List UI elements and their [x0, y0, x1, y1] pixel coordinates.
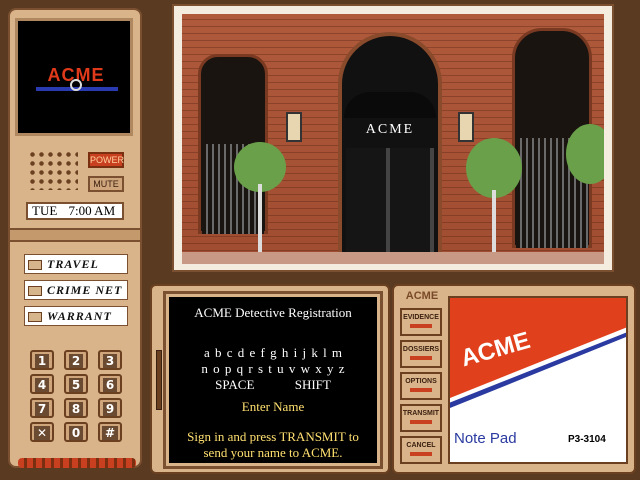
evidence-button[interactable]: EVIDENCE — [400, 308, 442, 336]
evidence-label: EVIDENCE — [403, 314, 439, 321]
key-8[interactable]: 8 — [64, 398, 88, 418]
warrant-led — [28, 312, 42, 323]
power-button[interactable]: POWER — [88, 152, 124, 168]
shift-key[interactable]: SHIFT — [295, 377, 331, 393]
clock-display: TUE 7:00 AM — [26, 202, 124, 220]
key-2-label: 2 — [68, 354, 84, 368]
alphabet-row-1[interactable]: a b c d e f g h i j k l m — [169, 345, 377, 361]
acme-sign: ACME — [365, 122, 415, 137]
hinge — [10, 228, 140, 242]
evidence-led — [410, 324, 432, 328]
dossiers-label: DOSSIERS — [402, 346, 440, 353]
key-1[interactable]: 1 — [30, 350, 54, 370]
key-4-label: 4 — [34, 378, 50, 392]
tree-left-trunk — [258, 184, 262, 254]
key-row: SPACE SHIFT — [169, 377, 377, 393]
enter-name-prompt[interactable]: Enter Name — [169, 399, 377, 415]
key-8-label: 8 — [68, 402, 84, 416]
key-7[interactable]: 7 — [30, 398, 54, 418]
wrist-device: ACME POWER MUTE TUE 7:00 AM TRAVEL CRIME… — [8, 8, 142, 468]
key-6[interactable]: 6 — [98, 374, 122, 394]
alphabet-row-2[interactable]: n o p q r s t u v w x y z — [169, 361, 377, 377]
menu-warrant-label: WARRANT — [47, 309, 112, 323]
dossiers-led — [410, 356, 432, 360]
scene-frame: ACME — [172, 4, 614, 272]
cancel-led — [410, 452, 432, 456]
key-clear[interactable]: ✕ — [30, 422, 54, 442]
key-5-label: 5 — [68, 378, 84, 392]
cancel-button[interactable]: CANCEL — [400, 436, 442, 464]
terminal-scroll-handle[interactable] — [156, 350, 162, 410]
key-3[interactable]: 3 — [98, 350, 122, 370]
menu-panel: TRAVEL CRIME NET WARRANT — [24, 254, 128, 332]
notepad-code: P3-3104 — [568, 434, 606, 445]
coil-cord — [18, 458, 136, 468]
key-4[interactable]: 4 — [30, 374, 54, 394]
key-hash[interactable]: # — [98, 422, 122, 442]
speaker-grille — [28, 150, 78, 190]
scene-view: ACME — [182, 14, 604, 264]
device-screen: ACME — [15, 18, 133, 136]
key-1-label: 1 — [34, 354, 50, 368]
key-9-label: 9 — [102, 402, 118, 416]
cancel-label: CANCEL — [406, 442, 436, 449]
notepad[interactable]: ACME Note Pad P3-3104 — [448, 296, 628, 464]
transmit-button[interactable]: TRANSMIT — [400, 404, 442, 432]
lamp-left — [286, 112, 302, 142]
travel-led — [28, 260, 42, 271]
lamp-right — [458, 112, 474, 142]
transmit-led — [410, 420, 432, 424]
awning — [344, 92, 436, 118]
control-frame: ACME EVIDENCE DOSSIERS OPTIONS TRANSMIT … — [392, 284, 636, 474]
key-0-label: 0 — [68, 426, 84, 440]
dossiers-button[interactable]: DOSSIERS — [400, 340, 442, 368]
key-0[interactable]: 0 — [64, 422, 88, 442]
door-panels — [346, 148, 434, 264]
key-9[interactable]: 9 — [98, 398, 122, 418]
crime-net-led — [28, 286, 42, 297]
magnifier-icon — [70, 79, 82, 91]
mute-button[interactable]: MUTE — [88, 176, 124, 192]
options-led — [410, 388, 432, 392]
options-label: OPTIONS — [405, 378, 437, 385]
space-key[interactable]: SPACE — [215, 377, 254, 393]
menu-crime-net[interactable]: CRIME NET — [24, 280, 128, 300]
options-button[interactable]: OPTIONS — [400, 372, 442, 400]
terminal-screen: ACME Detective Registration a b c d e f … — [163, 291, 383, 469]
key-5[interactable]: 5 — [64, 374, 88, 394]
side-panel-header: ACME — [405, 290, 439, 302]
tree-mid — [466, 138, 522, 198]
instruction-line-1: Sign in and press TRANSMIT to — [187, 429, 359, 444]
key-7-label: 7 — [34, 402, 50, 416]
key-2[interactable]: 2 — [64, 350, 88, 370]
menu-travel[interactable]: TRAVEL — [24, 254, 128, 274]
terminal-title: ACME Detective Registration — [194, 305, 352, 320]
menu-travel-label: TRAVEL — [47, 257, 99, 271]
menu-warrant[interactable]: WARRANT — [24, 306, 128, 326]
notepad-label: Note Pad — [454, 430, 517, 447]
day-label: TUE — [32, 203, 58, 218]
keypad: 1 2 3 4 5 6 7 8 9 ✕ 0 # — [20, 344, 132, 456]
time-label: 7:00 AM — [68, 203, 116, 218]
instruction-line-2: send your name to ACME. — [203, 445, 343, 460]
key-hash-label: # — [101, 426, 119, 440]
key-clear-label: ✕ — [33, 426, 51, 440]
menu-crime-net-label: CRIME NET — [47, 283, 123, 297]
key-3-label: 3 — [102, 354, 118, 368]
key-6-label: 6 — [102, 378, 118, 392]
tree-mid-trunk — [492, 190, 496, 260]
transmit-label: TRANSMIT — [402, 410, 440, 417]
terminal-frame: ACME Detective Registration a b c d e f … — [150, 284, 390, 474]
sidewalk — [182, 252, 604, 264]
